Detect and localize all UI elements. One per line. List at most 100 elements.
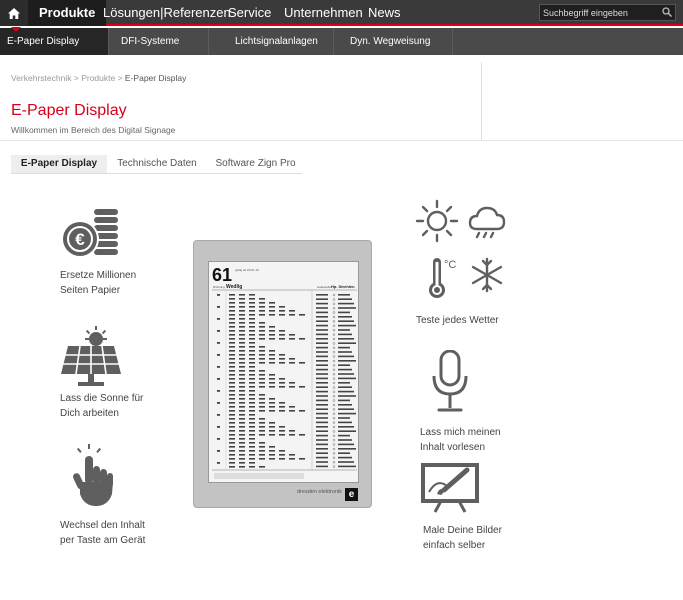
timetable-entry-mark [259,386,265,388]
timetable-entry-mark [249,446,255,448]
timetable-entry-mark [279,330,285,332]
tab-e-paper-display[interactable]: E-Paper Display [11,155,107,173]
stop-dot-mark [332,346,336,350]
stop-dot-mark [332,333,336,336]
subnav-item-e-paper-display[interactable]: E-Paper Display [0,27,109,55]
timetable-entry-mark [229,394,235,396]
timetable-entry-mark [269,454,275,456]
timetable-entry-mark [229,314,235,316]
stop-name-mark [338,456,352,459]
timetable-entry-mark [229,378,235,380]
timetable-entry-mark [289,382,295,384]
timetable-entry-mark [249,458,255,460]
svg-text:€: € [75,230,85,249]
stop-time-mark [316,307,328,309]
timetable-entry-mark [269,378,275,380]
timetable-entry-mark [299,314,305,316]
nav-item-service[interactable]: Service [228,0,271,26]
timetable-entry-mark [279,430,285,432]
stop-name-mark [338,465,356,468]
timetable-entry-mark [279,450,285,452]
subnav-item-dyn-wegweisung[interactable]: Dyn. Wegweisung [334,28,453,55]
tab-software-zign-pro[interactable]: Software Zign Pro [209,155,302,173]
timetable-entry-mark [269,334,275,336]
nav-item-unternehmen[interactable]: Unternehmen [284,0,363,26]
stop-dot-mark [332,456,336,460]
nav-item-news[interactable]: News [368,0,401,26]
timetable-entry-mark [249,366,255,368]
timetable-entry-mark [239,302,245,304]
timetable-entry-mark [239,386,245,388]
timetable-hour-mark [217,342,220,344]
timetable-entry-mark [229,350,235,352]
stop-name-mark [338,395,356,397]
timetable-entry-mark [239,466,245,468]
subnav-item-dfi-systeme[interactable]: DFI-Systeme [109,28,209,55]
timetable-entry-mark [229,310,235,312]
search-input[interactable] [540,5,658,20]
stop-dot-mark [332,342,336,345]
stop-dot-mark [332,328,336,332]
timetable-entry-mark [229,294,235,296]
timetable-entry-mark [269,362,275,364]
stop-dot-mark [332,377,336,380]
timetable-entry-mark [289,386,295,388]
timetable-entry-mark [239,438,245,440]
timetable-entry-mark [269,310,275,312]
e-paper-screen: 61 gültig ab 09.01.16 Richtung Wedlig Ha… [208,261,359,483]
timetable-entry-mark [289,434,295,436]
stop-dot-mark [332,372,336,376]
breadcrumb-link-verkehrstechnik[interactable]: Verkehrstechnik [11,73,71,83]
active-indicator-icon [11,27,21,32]
home-button[interactable] [0,0,28,26]
stop-dot-mark [332,324,336,327]
stop-name-mark [338,355,354,358]
stop-dot-mark [332,386,336,389]
timetable-entry-mark [229,334,235,336]
stop-time-mark [316,439,328,441]
stop-name-mark [338,461,354,463]
stop-time-mark [316,364,328,366]
timetable-entry-mark [249,438,255,440]
timetable-entry-mark [249,342,255,344]
timetable-entry-mark [239,390,245,392]
timetable-entry-mark [269,434,275,436]
stop-dot-mark [332,408,336,411]
feature-text-draw: Male Deine Bilder einfach selber [423,525,502,551]
stop-name-mark [338,417,350,419]
timetable-entry-mark [249,362,255,364]
stop-time-mark [316,390,328,393]
timetable-hour-mark [217,390,220,392]
timetable-entry-mark [259,426,265,428]
nav-item-produkte[interactable]: Produkte [28,0,107,26]
timetable-entry-mark [259,402,265,404]
nav-item-loesungen-referenzen[interactable]: Lösungen|Referenzen [103,0,231,26]
timetable-entry-mark [239,442,245,444]
timetable-entry-mark [259,298,265,300]
timetable-hour-mark [217,426,220,428]
route-number: 61 [212,265,232,285]
stop-time-mark [316,430,328,432]
timetable-entry-mark [249,410,255,412]
stop-name-mark [338,452,350,454]
stop-time-mark [316,412,328,415]
breadcrumb-link-produkte[interactable]: Produkte [81,73,115,83]
timetable-entry-mark [249,390,255,392]
search-icon[interactable] [662,7,672,17]
timetable-entry-mark [279,402,285,404]
subnav-item-lichtsignalanlagen[interactable]: Lichtsignalanlagen [209,28,334,55]
stop-time-mark [316,316,328,318]
timetable-entry-mark [239,410,245,412]
stop-dot-mark [332,425,336,429]
timetable-entry-mark [239,450,245,452]
timetable-entry-mark [249,466,255,468]
timetable-entry-mark [259,398,265,400]
timetable-entry-mark [229,414,235,416]
tab-technische-daten[interactable]: Technische Daten [112,155,202,173]
microphone-icon [432,350,468,412]
stop-dot-mark [332,416,336,420]
timetable-entry-mark [229,382,235,384]
timetable-entry-mark [279,382,285,384]
stop-name-mark [338,364,350,366]
timetable-entry-mark [249,322,255,324]
